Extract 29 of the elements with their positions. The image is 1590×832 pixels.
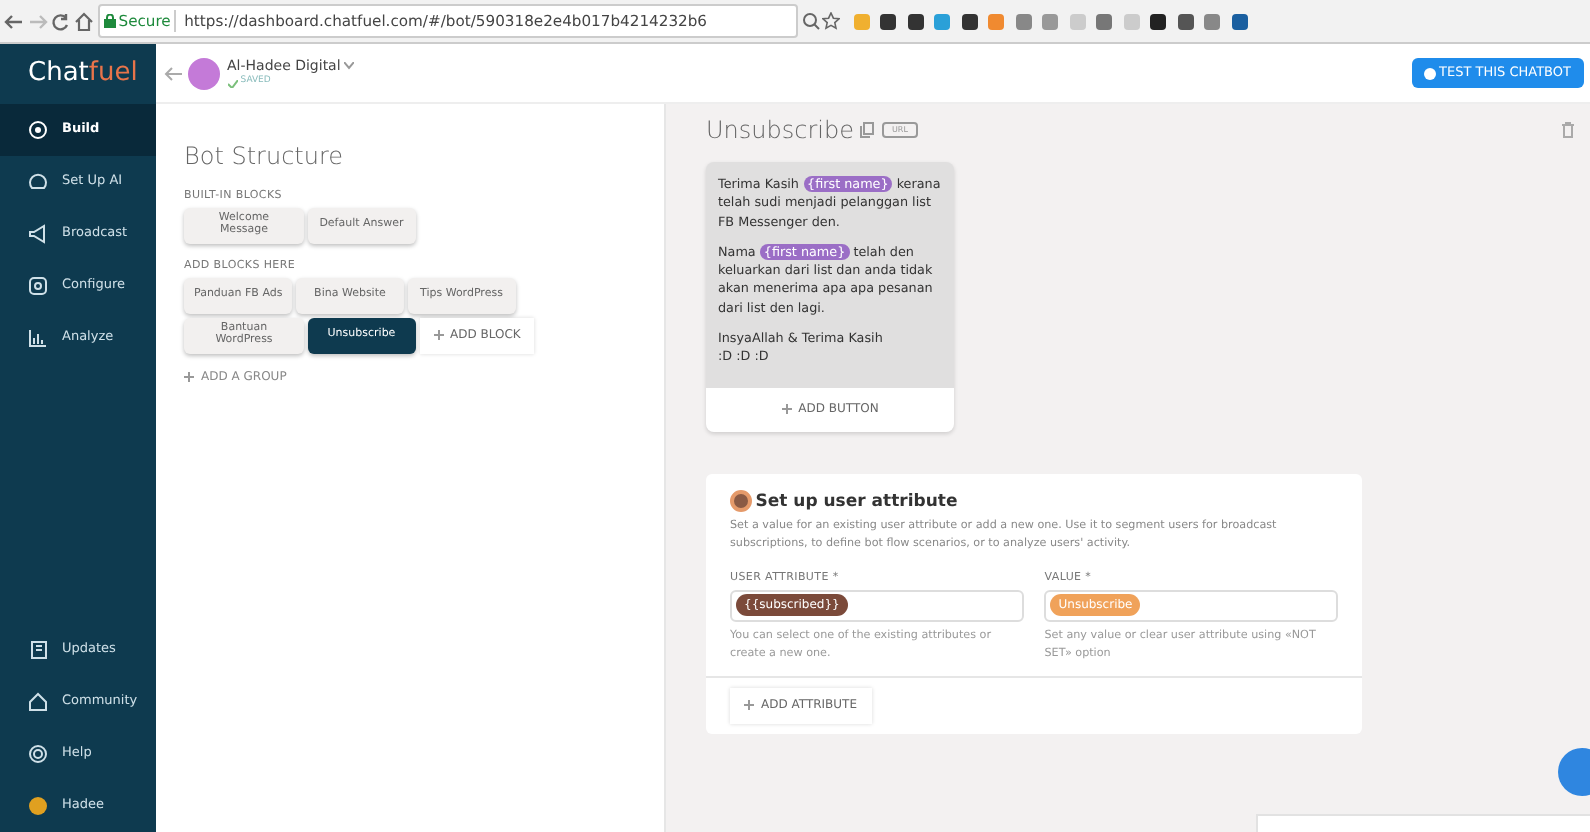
card-title: Set up user attribute (755, 489, 958, 515)
copy-icon[interactable] (860, 122, 875, 138)
document-icon (28, 640, 48, 660)
avatar (188, 57, 220, 89)
caret-icon[interactable] (344, 62, 355, 71)
home-icon[interactable] (74, 11, 94, 31)
block-title: Unsubscribe (706, 114, 854, 148)
back-arrow-icon[interactable] (163, 65, 181, 81)
panel-title: Bot Structure (184, 140, 346, 174)
megaphone-icon (28, 224, 48, 244)
trash-icon[interactable] (1562, 122, 1574, 138)
attribute-icon (730, 490, 752, 513)
lifebuoy-icon (28, 744, 48, 764)
house-icon (28, 692, 48, 712)
check-icon (227, 79, 237, 88)
back-icon[interactable] (3, 11, 24, 31)
plus-icon (184, 371, 194, 382)
zoom-icon[interactable] (801, 12, 819, 30)
lock-icon (103, 14, 115, 28)
plus-icon (433, 330, 443, 341)
plus-icon (781, 404, 792, 415)
gear-icon (28, 276, 48, 296)
logo: Chatfuel (26, 56, 140, 92)
star-icon[interactable] (822, 12, 841, 30)
bar-chart-icon (28, 328, 48, 348)
avatar-icon (28, 796, 48, 816)
chat-icon (1423, 67, 1436, 79)
plus-icon (744, 700, 754, 711)
reload-icon[interactable] (50, 11, 71, 31)
